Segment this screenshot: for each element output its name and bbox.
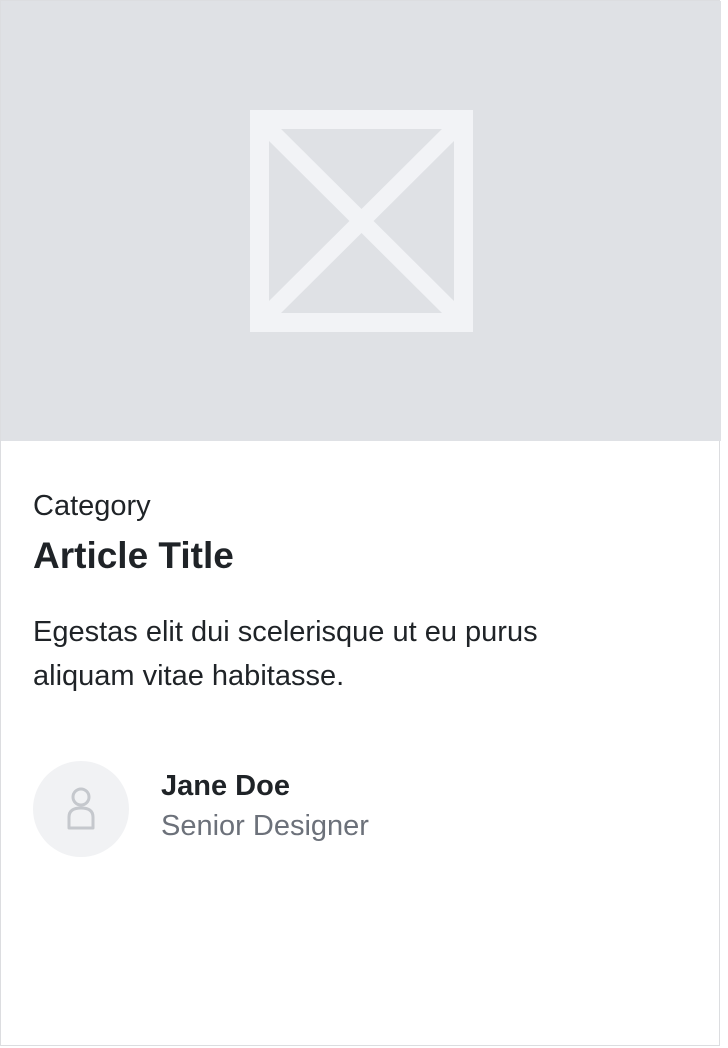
article-card[interactable]: Category Article Title Egestas elit dui … xyxy=(0,0,721,1046)
article-title[interactable]: Article Title xyxy=(33,535,234,577)
user-icon xyxy=(67,787,95,830)
author-avatar xyxy=(33,761,129,857)
article-excerpt: Egestas elit dui scelerisque ut eu purus… xyxy=(33,616,538,692)
author-name[interactable]: Jane Doe xyxy=(161,769,290,803)
author-role: Senior Designer xyxy=(161,810,369,842)
image-placeholder-icon xyxy=(250,110,473,332)
article-image xyxy=(1,1,721,441)
article-category: Category xyxy=(33,490,151,522)
